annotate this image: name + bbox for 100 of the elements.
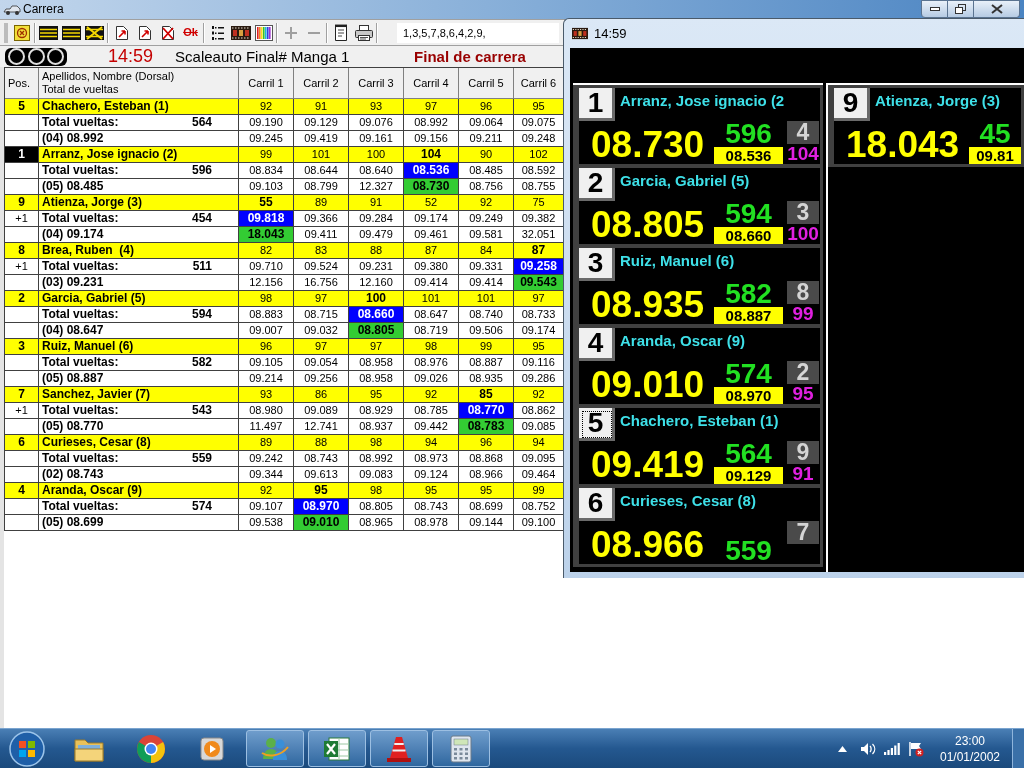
lap-count-cell: 87 <box>514 243 564 259</box>
lap-time-cell: 11.497 <box>239 419 294 435</box>
total-laps: 594 <box>724 201 773 227</box>
lap-count-cell: 95 <box>294 483 349 499</box>
circled-x-icon <box>13 24 30 41</box>
round-logo-icon[interactable] <box>136 733 166 764</box>
lap-time-cell: 16.756 <box>294 275 349 291</box>
best-lap-cell: (04) 08.647 <box>39 323 239 339</box>
lap-time-cell: 09.007 <box>239 323 294 339</box>
lap-time-cell: 09.116 <box>514 355 564 371</box>
lap-time-cell: 09.464 <box>514 467 564 483</box>
lap-time-cell: 09.076 <box>349 115 404 131</box>
driver-name-cell: Atienza, Jorge (3) <box>39 195 239 211</box>
car-icon <box>3 3 21 16</box>
position-tile: 5 <box>579 408 615 441</box>
sequence-field[interactable]: 1,3,5,7,8,6,4,2,9, <box>397 22 559 43</box>
lap-time-cell: 09.818 <box>239 211 294 227</box>
lap-time-cell: 12.741 <box>294 419 349 435</box>
total-laps-label: Total vueltas: <box>42 403 119 418</box>
taskbar-button[interactable] <box>308 730 366 767</box>
lap-count-cell: 97 <box>294 339 349 355</box>
lap-count-cell: 95 <box>404 483 459 499</box>
flag-x-icon[interactable] <box>908 740 924 757</box>
lap-time-cell: 09.249 <box>459 211 514 227</box>
lap-count-cell: 95 <box>459 483 514 499</box>
lap-count-cell: 91 <box>349 195 404 211</box>
driver-name: Aranda, Oscar (9) <box>620 331 746 350</box>
plus-icon <box>282 24 299 41</box>
lap-count-cell: 84 <box>459 243 514 259</box>
lap-time-cell: 08.868 <box>459 451 514 467</box>
last-lap-time: 09.010 <box>590 366 703 404</box>
laps-down-cell: +1 <box>5 403 39 419</box>
lap-time-cell: 09.231 <box>349 259 404 275</box>
lap-time-cell: 08.958 <box>349 355 404 371</box>
driver-name-cell: Arranz, Jose ignacio (2) <box>39 147 239 163</box>
lap-count-cell: 98 <box>349 435 404 451</box>
lap-count-cell: 90 <box>459 147 514 163</box>
play-icon[interactable] <box>200 735 226 762</box>
lap-count-cell: 92 <box>459 195 514 211</box>
driver-name: Atienza, Jorge (3) <box>875 91 1001 110</box>
lap-time-cell: 08.752 <box>514 499 564 515</box>
driver-name: Garcia, Gabriel (5) <box>620 171 750 190</box>
lane-laps: 104 <box>787 144 819 164</box>
lap-time-cell: 09.075 <box>514 115 564 131</box>
lap-count-cell: 102 <box>514 147 564 163</box>
start-orb-icon[interactable] <box>8 729 46 768</box>
driver-name: Curieses, Cesar (8) <box>620 491 756 510</box>
lap-count-cell: 97 <box>404 99 459 115</box>
position-tile: 4 <box>579 328 615 361</box>
lap-count-cell: 52 <box>404 195 459 211</box>
lap-time-cell: 09.124 <box>404 467 459 483</box>
lap-time-cell: 08.958 <box>349 371 404 387</box>
lap-count-cell: 100 <box>349 147 404 163</box>
lane-number: 9 <box>787 441 819 464</box>
lap-time-cell: 08.935 <box>459 371 514 387</box>
signal-bars-icon[interactable] <box>884 742 900 755</box>
minimize-button[interactable] <box>921 0 948 18</box>
ok-button[interactable]: Ok <box>179 21 202 44</box>
lap-time-cell: 09.286 <box>514 371 564 387</box>
lap-time-cell: 09.366 <box>294 211 349 227</box>
total-laps-label: Total vueltas: <box>42 499 119 514</box>
race-status: Final de carrera <box>414 47 526 66</box>
lap-count-cell: 88 <box>349 243 404 259</box>
column-header: Carril 1 <box>239 68 294 99</box>
close-button[interactable] <box>974 0 1020 18</box>
lap-time-cell: 09.344 <box>239 467 294 483</box>
lap-time-cell: 08.783 <box>459 419 514 435</box>
caret-up-icon[interactable] <box>838 745 847 752</box>
column-header: Carril 3 <box>349 68 404 99</box>
last-lap-time: 08.935 <box>590 286 703 324</box>
best-lap-label: 08.970 <box>714 387 783 404</box>
taskbar-button[interactable] <box>370 730 428 767</box>
taskbar-button[interactable] <box>246 730 304 767</box>
total-laps: 559 <box>724 538 773 564</box>
best-lap-label: 09.129 <box>714 467 783 484</box>
grip-icon <box>4 22 8 43</box>
lap-time-cell: 09.419 <box>294 131 349 147</box>
restore-button[interactable] <box>948 0 974 18</box>
last-lap-time: 08.966 <box>590 526 703 564</box>
speaker-icon[interactable] <box>860 741 876 756</box>
lap-time-cell: 08.883 <box>239 307 294 323</box>
total-laps-label: Total vueltas: <box>42 115 119 130</box>
numbered-list-icon <box>211 24 224 41</box>
vertical-bars-icon <box>254 24 273 41</box>
lap-time-cell: 08.862 <box>514 403 564 419</box>
lap-time-cell: 09.214 <box>239 371 294 387</box>
race-clock: 14:59 <box>108 46 154 67</box>
position-cell: 7 <box>5 387 39 403</box>
lap-time-cell: 12.327 <box>349 179 404 195</box>
taskbar-button[interactable] <box>432 730 490 767</box>
lap-count-cell: 93 <box>239 387 294 403</box>
position-cell: 1 <box>5 147 39 163</box>
lap-time-cell: 09.211 <box>459 131 514 147</box>
spreadsheet-icon <box>323 734 351 763</box>
lap-time-cell: 09.161 <box>349 131 404 147</box>
driver-name-cell: Aranda, Oscar (9) <box>39 483 239 499</box>
lap-count-cell: 75 <box>514 195 564 211</box>
lap-time-cell: 08.592 <box>514 163 564 179</box>
last-lap-time: 09.419 <box>590 446 703 484</box>
lap-time-cell: 09.414 <box>404 275 459 291</box>
